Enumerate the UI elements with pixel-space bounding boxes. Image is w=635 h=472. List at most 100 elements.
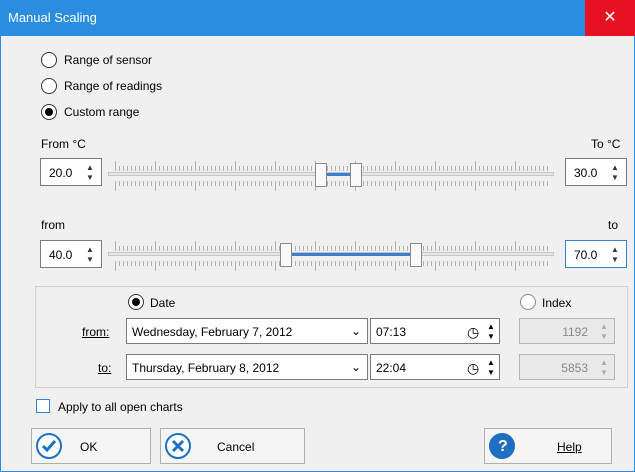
- spin-up-icon[interactable]: ▲: [487, 358, 495, 367]
- slider-tick: [131, 181, 132, 186]
- spin-up-icon[interactable]: ▲: [600, 358, 608, 367]
- slider-tick: [507, 166, 508, 171]
- slider-tick: [199, 181, 200, 186]
- slider-tick: [343, 181, 344, 186]
- slider-tick: [475, 181, 476, 191]
- to-index-value: 5853: [561, 361, 588, 375]
- spin-down-icon[interactable]: ▼: [487, 368, 495, 377]
- slider-tick: [383, 181, 384, 186]
- spin-down-icon[interactable]: ▼: [85, 255, 95, 264]
- slider-tick: [499, 261, 500, 266]
- to-value: 70.0: [574, 248, 598, 262]
- slider-tick: [519, 261, 520, 266]
- slider-tick: [207, 181, 208, 186]
- slider-tick: [515, 181, 516, 191]
- slider-tick: [311, 246, 312, 251]
- slider-tick: [487, 261, 488, 266]
- to-celsius-stepper[interactable]: 30.0 ▲ ▼: [565, 158, 627, 186]
- slider-tick: [139, 261, 140, 266]
- spin-down-icon[interactable]: ▼: [600, 368, 608, 377]
- temp-slider-from-thumb[interactable]: [315, 163, 327, 187]
- temp-slider-to-thumb[interactable]: [350, 163, 362, 187]
- from-time-field[interactable]: 07:13 ◷ ▲ ▼: [370, 318, 500, 344]
- slider-tick: [271, 181, 272, 186]
- slider-tick: [187, 261, 188, 266]
- slider-tick: [195, 261, 196, 271]
- slider-tick: [115, 241, 116, 251]
- slider-tick: [239, 261, 240, 266]
- to-label: to: [608, 218, 619, 232]
- spin-up-icon[interactable]: ▲: [85, 163, 95, 172]
- from-celsius-stepper[interactable]: 20.0 ▲ ▼: [40, 158, 102, 186]
- ok-button[interactable]: OK: [31, 428, 151, 464]
- slider-tick: [295, 261, 296, 266]
- help-button[interactable]: ? Help: [484, 428, 612, 464]
- to-time-field[interactable]: 22:04 ◷ ▲ ▼: [370, 354, 500, 380]
- slider-tick: [443, 261, 444, 266]
- percent-slider-from-thumb[interactable]: [280, 243, 292, 267]
- radio-custom-range-label: Custom range: [64, 105, 140, 119]
- slider-tick: [479, 261, 480, 266]
- percent-slider-to-thumb[interactable]: [410, 243, 422, 267]
- radio-range-of-readings[interactable]: [41, 78, 57, 94]
- slider-tick: [119, 261, 120, 266]
- slider-tick: [235, 181, 236, 191]
- from-date-dropdown[interactable]: Wednesday, February 7, 2012 ⌄: [126, 318, 368, 344]
- slider-tick: [315, 261, 316, 271]
- slider-tick: [367, 246, 368, 251]
- close-button[interactable]: ✕: [585, 0, 635, 36]
- slider-tick: [467, 261, 468, 266]
- slider-tick: [387, 181, 388, 186]
- spin-down-icon[interactable]: ▼: [85, 173, 95, 182]
- slider-tick: [423, 246, 424, 251]
- spin-down-icon[interactable]: ▼: [600, 332, 608, 341]
- slider-tick: [135, 181, 136, 186]
- radio-range-of-sensor[interactable]: [41, 52, 57, 68]
- slider-tick: [419, 181, 420, 186]
- slider-tick: [499, 166, 500, 171]
- spin-up-icon[interactable]: ▲: [85, 245, 95, 254]
- to-stepper[interactable]: 70.0 ▲ ▼: [565, 240, 627, 268]
- slider-tick: [487, 166, 488, 171]
- slider-tick: [219, 246, 220, 251]
- slider-tick: [119, 166, 120, 171]
- slider-tick: [191, 181, 192, 186]
- cancel-button[interactable]: Cancel: [160, 428, 305, 464]
- slider-tick: [447, 246, 448, 251]
- slider-tick: [339, 181, 340, 186]
- slider-tick: [235, 241, 236, 251]
- spin-down-icon[interactable]: ▼: [610, 255, 620, 264]
- slider-tick: [363, 246, 364, 251]
- slider-tick: [235, 261, 236, 271]
- spin-up-icon[interactable]: ▲: [610, 163, 620, 172]
- spin-up-icon[interactable]: ▲: [487, 322, 495, 331]
- slider-tick: [303, 181, 304, 186]
- to-date-dropdown[interactable]: Thursday, February 8, 2012 ⌄: [126, 354, 368, 380]
- spin-down-icon[interactable]: ▼: [610, 173, 620, 182]
- slider-tick: [403, 166, 404, 171]
- slider-tick: [471, 261, 472, 266]
- spin-up-icon[interactable]: ▲: [600, 322, 608, 331]
- slider-tick: [187, 246, 188, 251]
- to-index-field[interactable]: 5853 ▲ ▼: [519, 354, 615, 380]
- slider-tick: [319, 261, 320, 266]
- slider-tick: [491, 181, 492, 186]
- radio-custom-range[interactable]: [41, 104, 57, 120]
- from-index-field[interactable]: 1192 ▲ ▼: [519, 318, 615, 344]
- slider-tick: [415, 181, 416, 186]
- radio-date[interactable]: [128, 294, 144, 310]
- slider-tick: [171, 261, 172, 266]
- slider-tick: [131, 246, 132, 251]
- spin-down-icon[interactable]: ▼: [487, 332, 495, 341]
- slider-tick: [471, 166, 472, 171]
- slider-tick: [451, 181, 452, 186]
- spin-up-icon[interactable]: ▲: [610, 245, 620, 254]
- from-index-value: 1192: [562, 325, 588, 339]
- slider-tick: [427, 166, 428, 171]
- slider-tick: [255, 246, 256, 251]
- slider-tick: [495, 261, 496, 266]
- from-stepper[interactable]: 40.0 ▲ ▼: [40, 240, 102, 268]
- apply-all-checkbox[interactable]: [36, 399, 50, 413]
- radio-index[interactable]: [520, 294, 536, 310]
- slider-tick: [375, 181, 376, 186]
